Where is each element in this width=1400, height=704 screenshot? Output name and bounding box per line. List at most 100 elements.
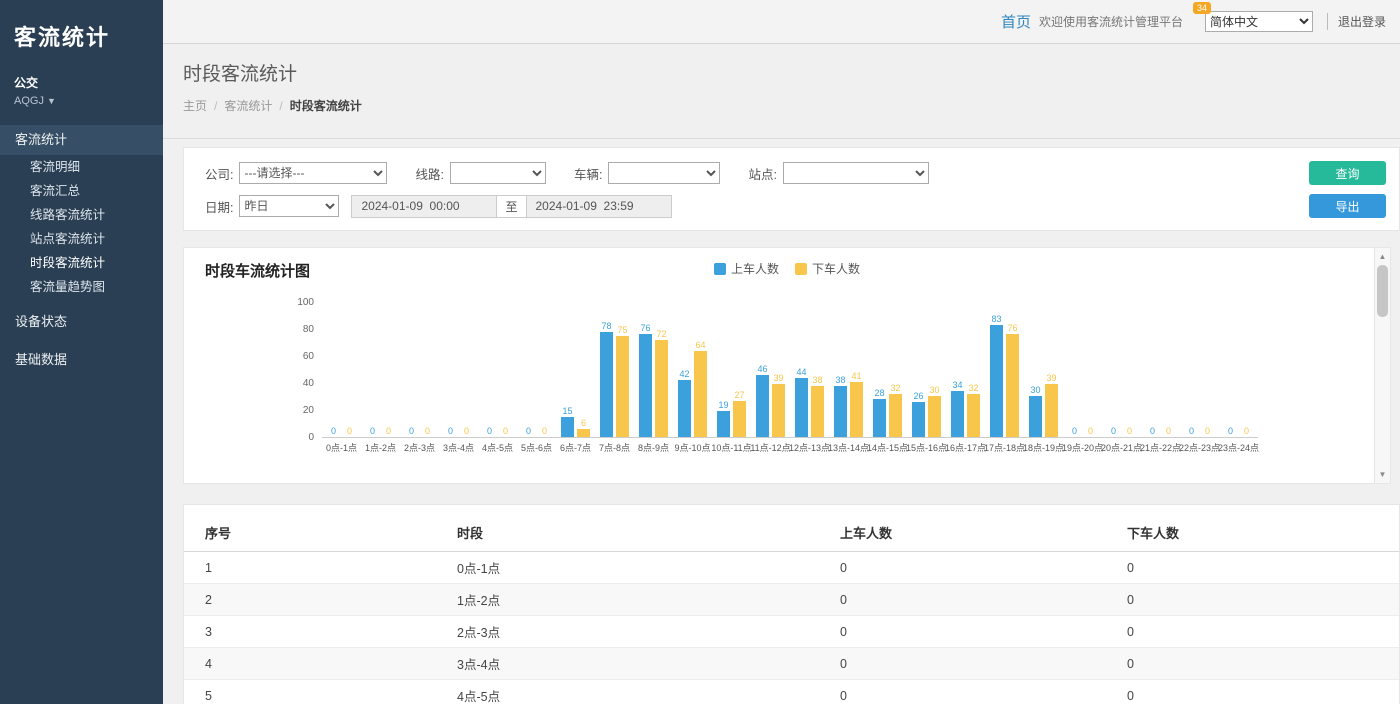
y-axis-tick-label: 60 xyxy=(282,351,314,362)
table-row: 32点-3点00 xyxy=(184,616,1399,648)
breadcrumb: 主页/客流统计/时段客流统计 xyxy=(183,97,1380,114)
bar: 26 xyxy=(912,303,925,437)
x-axis-label: 1点-2点 xyxy=(361,441,400,454)
table-cell: 1 xyxy=(184,552,436,584)
bar: 0 xyxy=(460,303,473,437)
table-cell: 0 xyxy=(819,552,1106,584)
x-axis-label: 6点-7点 xyxy=(556,441,595,454)
bar-value-label: 19 xyxy=(718,400,728,411)
bar: 0 xyxy=(1185,303,1198,437)
sidebar-item[interactable]: 线路客流统计 xyxy=(0,203,163,227)
bar-chart: 020406080100 000000000000156787576724264… xyxy=(322,303,1262,454)
date-to-input[interactable] xyxy=(526,195,672,218)
sidebar-profile: 公交 AQGJ▼ xyxy=(0,52,163,107)
sidebar-section-header[interactable]: 客流统计 xyxy=(0,125,163,155)
sidebar-item[interactable]: 客流明细 xyxy=(0,155,163,179)
date-preset-select[interactable]: 昨日 xyxy=(239,195,339,217)
scrollbar-down-arrow[interactable]: ▼ xyxy=(1375,467,1390,482)
bar-rect xyxy=(967,394,980,437)
filter-buttons: 查询 导出 xyxy=(1309,161,1386,218)
breadcrumb-item[interactable]: 主页 xyxy=(183,99,207,113)
table-row: 21点-2点00 xyxy=(184,584,1399,616)
org-dropdown[interactable]: AQGJ▼ xyxy=(14,95,149,107)
bar-value-label: 0 xyxy=(448,426,453,437)
export-button[interactable]: 导出 xyxy=(1309,194,1386,218)
bar-value-label: 34 xyxy=(952,380,962,391)
bar-value-label: 72 xyxy=(656,329,666,340)
bar-rect xyxy=(694,351,707,437)
bar-group: 8376 xyxy=(985,303,1024,437)
bar-value-label: 0 xyxy=(1205,426,1210,437)
bar-rect xyxy=(678,380,691,437)
logout-link[interactable]: 退出登录 xyxy=(1327,13,1386,30)
bar-group: 4438 xyxy=(790,303,829,437)
table-row: 43点-4点00 xyxy=(184,648,1399,680)
date-from-input[interactable] xyxy=(351,195,497,218)
bar-group: 00 xyxy=(361,303,400,437)
bar: 27 xyxy=(733,303,746,437)
bar: 72 xyxy=(655,303,668,437)
bar: 0 xyxy=(1084,303,1097,437)
bar-value-label: 0 xyxy=(386,426,391,437)
bar: 0 xyxy=(343,303,356,437)
y-axis-tick-label: 20 xyxy=(282,405,314,416)
bar: 0 xyxy=(421,303,434,437)
bar: 0 xyxy=(522,303,535,437)
sidebar-item[interactable]: 站点客流统计 xyxy=(0,227,163,251)
bar-value-label: 0 xyxy=(331,426,336,437)
bar-value-label: 46 xyxy=(757,364,767,375)
sidebar-item[interactable]: 时段客流统计 xyxy=(0,251,163,275)
bar-group: 46 39 xyxy=(751,303,790,437)
sidebar-item[interactable]: 客流量趋势图 xyxy=(0,275,163,299)
language-select[interactable]: 简体中文 xyxy=(1205,11,1313,32)
filter-panel: 公司: ---请选择--- 线路: 车辆: 站点: 日期: 昨日 至 xyxy=(183,147,1400,231)
content-area: 公司: ---请选择--- 线路: 车辆: 站点: 日期: 昨日 至 xyxy=(163,139,1400,704)
home-link[interactable]: 首页 xyxy=(1001,11,1031,32)
bar-rect xyxy=(1029,396,1042,437)
table-cell: 2 xyxy=(184,584,436,616)
search-button[interactable]: 查询 xyxy=(1309,161,1386,185)
bar-value-label: 0 xyxy=(1088,426,1093,437)
bar-group: 00 xyxy=(1063,303,1102,437)
sidebar-section-header[interactable]: 基础数据 xyxy=(0,345,163,375)
bar: 15 xyxy=(561,303,574,437)
bar-value-label: 32 xyxy=(968,383,978,394)
vehicle-select[interactable] xyxy=(608,162,720,184)
company-select[interactable]: ---请选择--- xyxy=(239,162,387,184)
bar-rect xyxy=(600,332,613,437)
line-select[interactable] xyxy=(450,162,546,184)
bar-value-label: 30 xyxy=(929,385,939,396)
legend-item[interactable]: 下车人数 xyxy=(795,260,860,277)
filter-row-2: 日期: 昨日 至 xyxy=(205,194,1399,218)
legend-item[interactable]: 上车人数 xyxy=(714,260,779,277)
scrollbar-thumb[interactable] xyxy=(1377,265,1388,317)
breadcrumb-item[interactable]: 客流统计 xyxy=(224,99,272,113)
table-cell: 3点-4点 xyxy=(436,648,819,680)
bar: 0 xyxy=(1146,303,1159,437)
sidebar-menu-section: 基础数据 xyxy=(0,345,163,375)
chart-panel: 时段车流统计图 上车人数下车人数 020406080100 0000000000… xyxy=(183,247,1391,484)
bar-rect xyxy=(873,399,886,437)
bar-rect xyxy=(912,402,925,437)
x-axis-label: 8点-9点 xyxy=(634,441,673,454)
bar-group: 4264 xyxy=(673,303,712,437)
bar-group: 3841 xyxy=(829,303,868,437)
bar: 0 xyxy=(1068,303,1081,437)
chart-scrollbar[interactable]: ▲ ▼ xyxy=(1374,248,1390,483)
sidebar-section-header[interactable]: 设备状态 xyxy=(0,307,163,337)
bar-value-label: 26 xyxy=(913,391,923,402)
bar: 28 xyxy=(873,303,886,437)
bar: 41 xyxy=(850,303,863,437)
sidebar-item[interactable]: 客流汇总 xyxy=(0,179,163,203)
table-header-cell: 下车人数 xyxy=(1106,515,1399,552)
chart-plot-area: 0000000000001567875767242641927463944383… xyxy=(322,303,1258,438)
scrollbar-up-arrow[interactable]: ▲ xyxy=(1375,249,1390,264)
bar-value-label: 0 xyxy=(1189,426,1194,437)
bar-value-label: 0 xyxy=(526,426,531,437)
bar-rect xyxy=(639,334,652,437)
x-axis-label: 0点-1点 xyxy=(322,441,361,454)
bar: 39 xyxy=(772,303,785,437)
station-select[interactable] xyxy=(783,162,929,184)
bar-rect xyxy=(889,394,902,437)
bar-value-label: 39 xyxy=(773,373,783,384)
